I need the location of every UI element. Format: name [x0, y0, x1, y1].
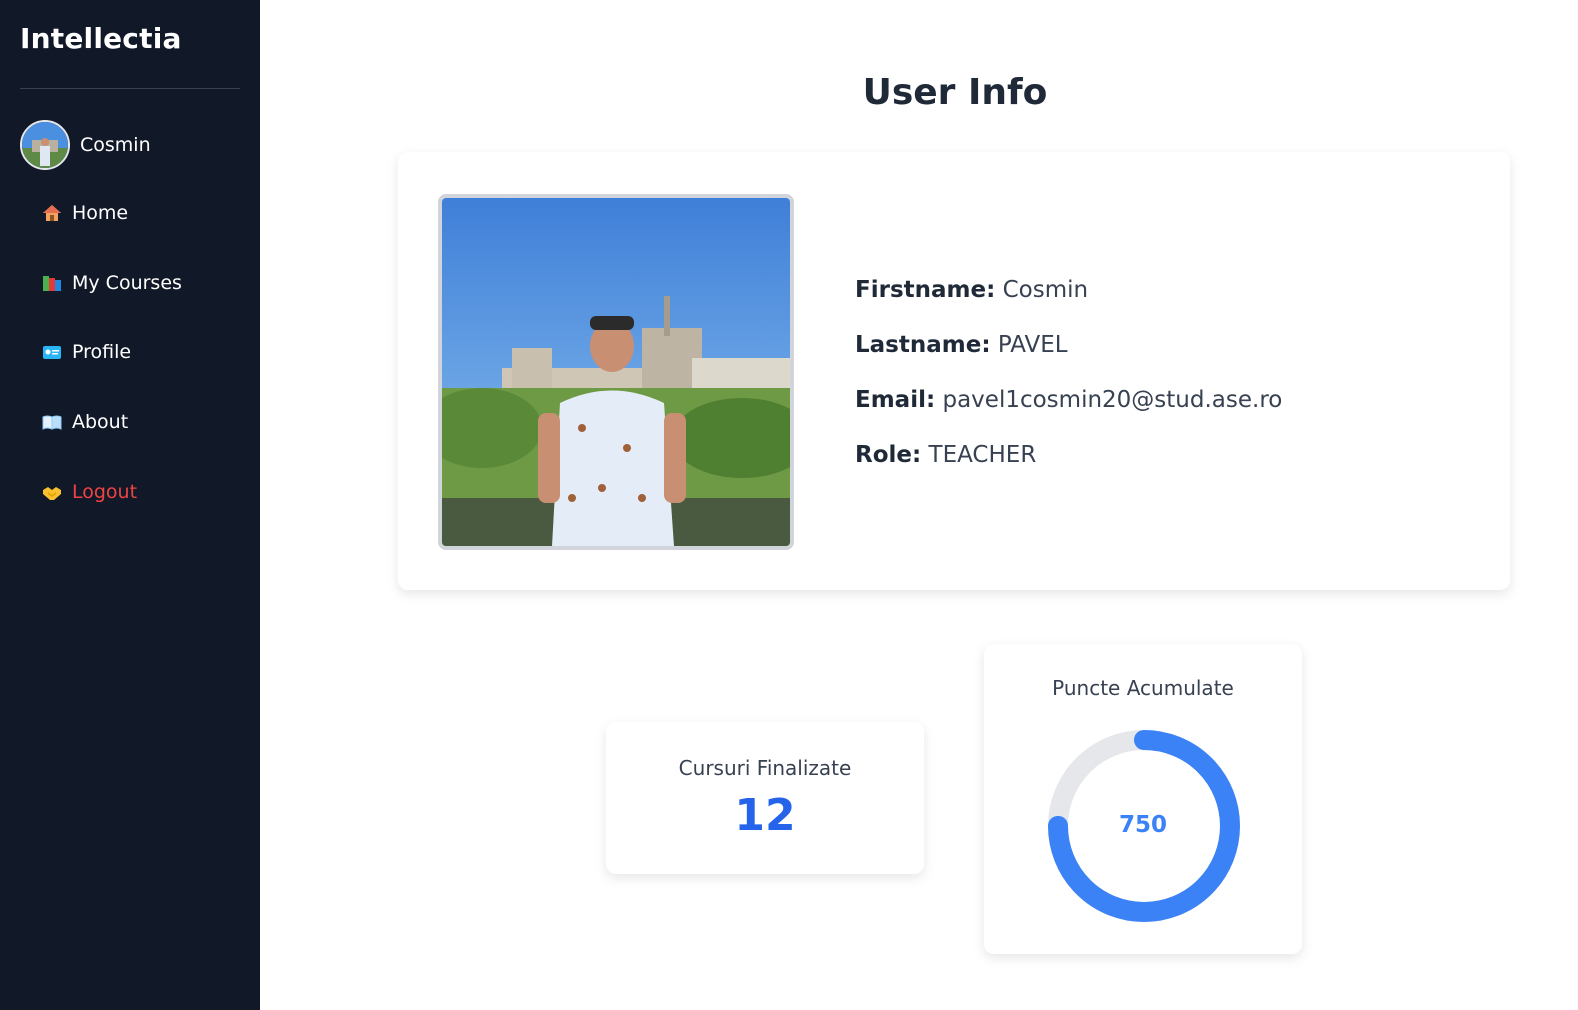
firstname-value: Cosmin [1002, 277, 1089, 303]
page-title: User Info [862, 72, 1048, 113]
brand-logo[interactable]: Intellectia [20, 22, 182, 55]
sidebar-user[interactable]: Cosmin [20, 120, 151, 170]
avatar [20, 120, 70, 170]
handshake-icon [42, 482, 62, 502]
points-card: Puncte Acumulate 750 [984, 644, 1302, 954]
sidebar-item-about[interactable]: About [42, 411, 128, 433]
points-value: 750 [1118, 812, 1167, 838]
email-value: pavel1cosmin20@stud.ase.ro [942, 387, 1283, 413]
sidebar: Intellectia Cosmin Home My Courses Profi… [0, 0, 260, 1010]
user-fields: Firstname: Cosmin Lastname: PAVEL Email:… [855, 276, 1282, 496]
sidebar-item-my-courses[interactable]: My Courses [42, 272, 182, 294]
sidebar-divider [20, 88, 240, 89]
sidebar-item-logout[interactable]: Logout [42, 481, 137, 503]
id-card-icon [42, 342, 62, 362]
sidebar-item-label: Profile [72, 341, 132, 363]
lastname-label: Lastname: [855, 332, 991, 358]
house-icon [42, 203, 62, 223]
completed-courses-card: Cursuri Finalizate 12 [606, 722, 924, 874]
role-label: Role: [855, 442, 922, 468]
firstname-row: Firstname: Cosmin [855, 276, 1282, 331]
points-label: Puncte Acumulate [1052, 676, 1234, 700]
sidebar-item-label: Home [72, 202, 129, 224]
sidebar-user-name: Cosmin [80, 134, 151, 156]
role-value: TEACHER [928, 442, 1037, 468]
profile-photo [438, 194, 794, 550]
firstname-label: Firstname: [855, 277, 996, 303]
open-book-icon [42, 412, 62, 432]
user-info-card: Firstname: Cosmin Lastname: PAVEL Email:… [398, 152, 1510, 590]
sidebar-item-home[interactable]: Home [42, 202, 128, 224]
completed-courses-value: 12 [734, 790, 796, 841]
email-row: Email: pavel1cosmin20@stud.ase.ro [855, 386, 1282, 441]
sidebar-item-label: Logout [72, 481, 138, 503]
sidebar-item-label: About [72, 411, 129, 433]
email-label: Email: [855, 387, 936, 413]
completed-courses-label: Cursuri Finalizate [678, 756, 852, 780]
lastname-row: Lastname: PAVEL [855, 331, 1282, 386]
sidebar-item-label: My Courses [72, 272, 182, 294]
lastname-value: PAVEL [997, 332, 1068, 358]
role-row: Role: TEACHER [855, 441, 1282, 496]
sidebar-item-profile[interactable]: Profile [42, 341, 131, 363]
books-icon [42, 273, 62, 293]
